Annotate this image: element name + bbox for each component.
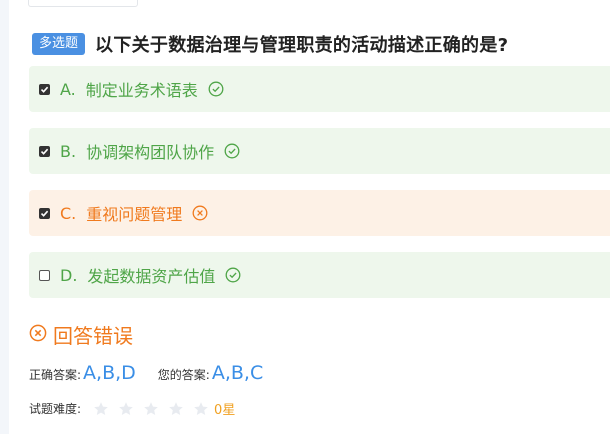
star-icon — [168, 401, 184, 417]
result-text: 回答错误 — [53, 324, 133, 348]
star-icon — [118, 401, 134, 417]
answers-row: 正确答案: A,B,D 您的答案: A,B,C — [29, 362, 263, 384]
star-icon — [93, 401, 109, 417]
difficulty-row: 试题难度: 0星 — [29, 399, 235, 418]
option-a-checkbox[interactable] — [39, 83, 50, 95]
your-answer-value: A,B,C — [211, 362, 264, 384]
option-b-letter: B. — [60, 141, 77, 161]
check-circle-icon — [225, 267, 241, 283]
option-a-letter: A. — [60, 79, 76, 99]
correct-answer-value: A,B,D — [83, 362, 136, 384]
difficulty-stars — [93, 401, 218, 417]
option-b-text: 协调架构团队协作 — [86, 143, 215, 162]
option-d-checkbox[interactable] — [39, 269, 50, 281]
x-circle-icon — [192, 205, 208, 221]
top-tab-edge — [28, 0, 138, 7]
answer-result: 回答错误 — [29, 320, 133, 349]
option-a-text: 制定业务术语表 — [85, 81, 198, 100]
option-d-letter: D. — [60, 265, 78, 285]
check-circle-icon — [208, 81, 224, 97]
correct-answer-label: 正确答案: — [29, 368, 82, 382]
option-a[interactable]: A. 制定业务术语表 — [29, 66, 610, 112]
difficulty-label: 试题难度: — [29, 402, 82, 416]
your-answer-label: 您的答案: — [157, 368, 210, 382]
question-title: 以下关于数据治理与管理职责的活动描述正确的是? — [95, 35, 509, 56]
option-d[interactable]: D. 发起数据资产估值 — [29, 252, 610, 298]
option-c[interactable]: C. 重视问题管理 — [29, 190, 610, 236]
left-sidebar-edge — [0, 0, 9, 434]
option-d-text: 发起数据资产估值 — [87, 267, 216, 286]
option-c-text: 重视问题管理 — [86, 205, 183, 224]
option-b[interactable]: B. 协调架构团队协作 — [29, 128, 610, 174]
star-icon — [193, 401, 209, 417]
star-icon — [143, 401, 159, 417]
question-header: 多选题 以下关于数据治理与管理职责的活动描述正确的是? — [32, 31, 508, 57]
check-circle-icon — [224, 143, 240, 159]
circle-x-icon — [29, 324, 47, 346]
difficulty-value: 0星 — [214, 403, 236, 418]
option-c-letter: C. — [60, 203, 77, 223]
option-c-checkbox[interactable] — [39, 207, 50, 219]
option-b-checkbox[interactable] — [39, 145, 50, 157]
quiz-page: 多选题 以下关于数据治理与管理职责的活动描述正确的是? A. 制定业务术语表 B… — [0, 0, 610, 434]
question-type-badge: 多选题 — [32, 33, 86, 55]
